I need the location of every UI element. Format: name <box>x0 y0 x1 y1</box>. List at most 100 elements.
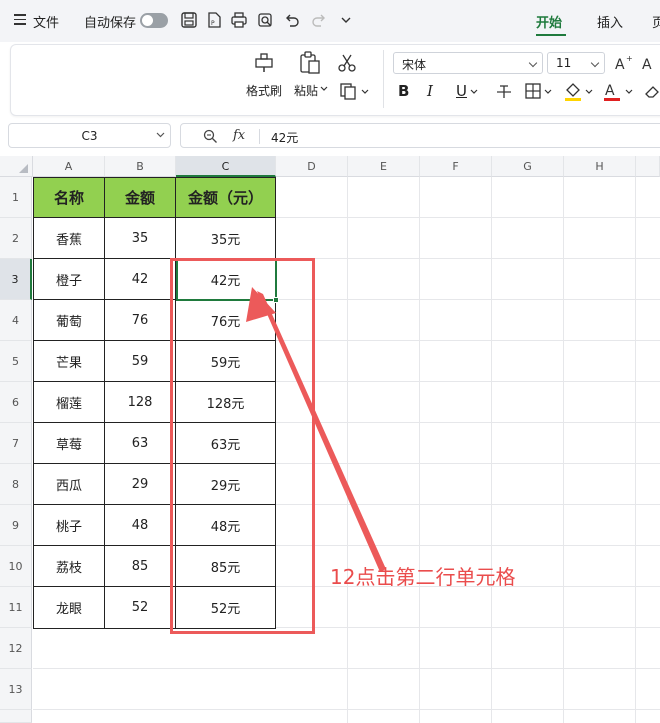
copy-chevron-down-icon[interactable] <box>361 89 369 95</box>
column-header-partial[interactable] <box>636 156 660 177</box>
table-cell[interactable]: 85 <box>105 546 176 587</box>
table-cell[interactable]: 35 <box>105 218 176 259</box>
svg-text:A: A <box>615 57 625 73</box>
table-cell[interactable]: 荔枝 <box>34 546 105 587</box>
borders-chevron-down-icon[interactable] <box>544 89 552 95</box>
bold-button[interactable]: B <box>398 82 409 100</box>
row-header-12[interactable]: 12 <box>0 628 32 669</box>
column-header-f[interactable]: F <box>420 156 492 177</box>
copy-icon[interactable] <box>339 82 359 100</box>
table-cell[interactable]: 橙子 <box>34 259 105 300</box>
file-menu[interactable]: 文件 <box>33 12 59 31</box>
fill-color-chevron-down-icon[interactable] <box>585 89 593 95</box>
gridline <box>33 668 660 669</box>
table-cell[interactable]: 榴莲 <box>34 382 105 423</box>
decrease-font-size-icon[interactable]: A <box>641 53 660 73</box>
italic-button[interactable]: I <box>427 82 433 100</box>
table-cell[interactable]: 29 <box>105 464 176 505</box>
font-size-select[interactable]: 11 <box>547 52 605 74</box>
clear-format-eraser-icon[interactable] <box>644 82 660 100</box>
underline-button[interactable]: U <box>456 82 467 100</box>
fill-color-icon[interactable] <box>563 80 583 102</box>
column-header-d[interactable]: D <box>276 156 348 177</box>
table-cell[interactable]: 西瓜 <box>34 464 105 505</box>
strikethrough-icon[interactable] <box>494 82 514 100</box>
underline-chevron-down-icon[interactable] <box>470 89 478 95</box>
table-cell[interactable]: 42 <box>105 259 176 300</box>
row-header-3[interactable]: 3 <box>0 259 32 300</box>
row-header-6[interactable]: 6 <box>0 382 32 423</box>
font-color-chevron-down-icon[interactable] <box>625 89 633 95</box>
paste-icon[interactable] <box>297 50 323 76</box>
borders-icon[interactable] <box>524 82 542 100</box>
column-header-e[interactable]: E <box>348 156 420 177</box>
table-cell[interactable]: 52 <box>105 587 176 629</box>
autosave-label: 自动保存 <box>84 16 137 31</box>
zoom-search-icon[interactable] <box>203 129 218 144</box>
annotation-highlight-box <box>170 258 315 634</box>
more-chevron-down-icon[interactable] <box>337 11 355 29</box>
ribbon-divider <box>383 50 384 108</box>
hamburger-menu-icon[interactable] <box>14 14 26 25</box>
paste-label[interactable]: 粘贴 <box>294 82 318 99</box>
header-cell-amount[interactable]: 金额 <box>105 178 176 218</box>
row-header-4[interactable]: 4 <box>0 300 32 341</box>
table-cell[interactable]: 桃子 <box>34 505 105 546</box>
column-header-b[interactable]: B <box>105 156 176 177</box>
row-header-13[interactable]: 13 <box>0 669 32 710</box>
table-cell[interactable]: 48 <box>105 505 176 546</box>
font-size-value: 11 <box>556 56 572 70</box>
column-header-h[interactable]: H <box>564 156 636 177</box>
table-cell[interactable]: 葡萄 <box>34 300 105 341</box>
formula-input[interactable]: 42元 <box>271 129 298 146</box>
redo-icon[interactable] <box>310 11 328 29</box>
format-painter-label[interactable]: 格式刷 <box>246 82 282 99</box>
header-cell-amount-yuan[interactable]: 金额（元） <box>176 178 276 218</box>
export-pdf-icon[interactable]: P <box>205 11 223 29</box>
formula-bar[interactable]: fx 42元 <box>180 123 660 148</box>
select-all-corner[interactable] <box>0 156 33 177</box>
table-cell[interactable]: 63 <box>105 423 176 464</box>
row-header-7[interactable]: 7 <box>0 423 32 464</box>
undo-icon[interactable] <box>283 11 301 29</box>
table-cell[interactable]: 128 <box>105 382 176 423</box>
table-cell[interactable]: 59 <box>105 341 176 382</box>
increase-font-size-icon[interactable]: A + <box>614 53 634 73</box>
save-icon[interactable] <box>180 11 198 29</box>
row-header-partial[interactable] <box>0 710 32 723</box>
print-icon[interactable] <box>230 11 248 29</box>
paste-chevron-down-icon[interactable] <box>320 86 328 92</box>
row-header-1[interactable]: 1 <box>0 177 32 218</box>
table-cell[interactable]: 76 <box>105 300 176 341</box>
column-header-a[interactable]: A <box>33 156 105 177</box>
row-header-2[interactable]: 2 <box>0 218 32 259</box>
table-cell[interactable]: 芒果 <box>34 341 105 382</box>
column-header-g[interactable]: G <box>492 156 564 177</box>
row-header-10[interactable]: 10 <box>0 546 32 587</box>
table-cell[interactable]: 35元 <box>176 218 276 259</box>
autosave-toggle[interactable] <box>140 13 168 28</box>
tab-insert[interactable]: 插入 <box>597 12 623 31</box>
row-header-11[interactable]: 11 <box>0 587 32 628</box>
name-box[interactable]: C3 <box>8 123 171 148</box>
table-cell[interactable]: 香蕉 <box>34 218 105 259</box>
row-header-9[interactable]: 9 <box>0 505 32 546</box>
font-color-icon[interactable]: A <box>602 80 622 102</box>
svg-text:A: A <box>642 57 652 73</box>
cut-icon[interactable] <box>337 53 357 73</box>
tab-page[interactable]: 页 <box>652 12 660 31</box>
header-cell-name[interactable]: 名称 <box>34 178 105 218</box>
format-painter-icon[interactable] <box>253 52 275 74</box>
table-cell[interactable]: 龙眼 <box>34 587 105 629</box>
table-cell[interactable]: 草莓 <box>34 423 105 464</box>
row-header-8[interactable]: 8 <box>0 464 32 505</box>
tab-home[interactable]: 开始 <box>536 12 562 31</box>
svg-text:P: P <box>211 20 215 27</box>
font-name-select[interactable]: 宋体 <box>393 52 543 74</box>
print-preview-icon[interactable] <box>256 11 274 29</box>
name-box-chevron-down-icon[interactable] <box>156 132 165 139</box>
name-box-value: C3 <box>81 129 98 143</box>
column-header-c[interactable]: C <box>176 156 276 177</box>
fx-icon[interactable]: fx <box>233 128 245 143</box>
row-header-5[interactable]: 5 <box>0 341 32 382</box>
